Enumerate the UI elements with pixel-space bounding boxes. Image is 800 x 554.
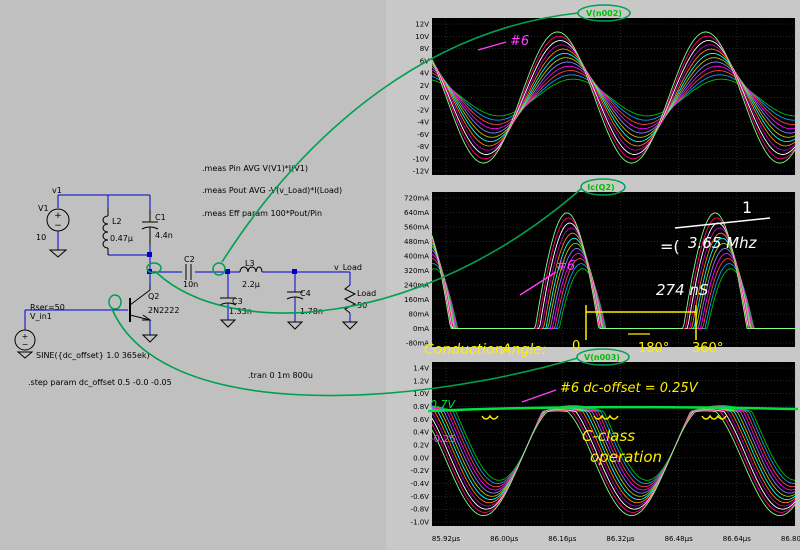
- x-tick-label: 85.92µs: [432, 535, 460, 543]
- pane3-trace-label[interactable]: V(n003): [584, 353, 620, 362]
- y-tick-label: 8V: [420, 45, 429, 53]
- schematic-panel[interactable]: + − v1 V1 10 L2 0.47µ C1 4.4n C2 10n L3 …: [0, 0, 386, 550]
- y-tick-label: 0.0V: [413, 454, 429, 462]
- x-tick-label: 86.32µs: [606, 535, 634, 543]
- directive-meas-pout[interactable]: .meas Pout AVG -V(v_Load)*I(Load): [202, 186, 342, 195]
- y-tick-label: 0.2V: [413, 442, 429, 450]
- y-tick-label: -80mA: [406, 340, 429, 348]
- directive-tran[interactable]: .tran 0 1m 800u: [248, 371, 313, 380]
- svg-text:+: +: [54, 211, 62, 221]
- vload-net-label: v_Load: [334, 263, 362, 272]
- svg-text:−: −: [22, 340, 29, 349]
- y-tick-label: 480mA: [404, 238, 429, 246]
- y-tick-label: 0mA: [413, 325, 429, 333]
- c2-name: C2: [184, 255, 195, 264]
- x-tick-label: 86.64µs: [723, 535, 751, 543]
- y-tick-label: 2V: [420, 82, 429, 90]
- node-marker-n002: [212, 262, 226, 276]
- v1-source[interactable]: + −: [46, 208, 70, 258]
- c2-value: 10n: [183, 280, 198, 289]
- pane1-plot[interactable]: [432, 18, 795, 175]
- pane2-trace-label[interactable]: Ic(Q2): [587, 183, 614, 192]
- waveform-panel[interactable]: 12V 10V 8V 6V 4V 2V 0V -2V -4V -6V -8V -10V -12V V(n…: [386, 0, 800, 550]
- v1-name: V1: [38, 204, 49, 213]
- l3-name: L3: [245, 259, 255, 268]
- c4-name: C4: [300, 289, 311, 298]
- c4-value: 1.78n: [300, 307, 323, 316]
- waveform-canvas[interactable]: 12V 10V 8V 6V 4V 2V 0V -2V -4V -6V -8V -10V -12V V(n…: [386, 0, 800, 550]
- y-tick-label: 160mA: [404, 296, 429, 304]
- y-tick-label: 1.0V: [413, 390, 429, 398]
- q2-name: Q2: [148, 292, 159, 301]
- c1-name: C1: [155, 213, 166, 222]
- x-tick-label: 86.80µs: [781, 535, 800, 543]
- v1-net-label: v1: [52, 186, 62, 195]
- y-tick-label: 560mA: [404, 224, 429, 232]
- c3-value: 1.33n: [229, 307, 252, 316]
- y-tick-label: 0.4V: [413, 429, 429, 437]
- y-tick-label: 1.2V: [413, 377, 429, 385]
- schematic-canvas[interactable]: + − v1 V1 10 L2 0.47µ C1 4.4n C2 10n L3 …: [0, 0, 386, 550]
- x-tick-label: 86.48µs: [665, 535, 693, 543]
- load-value: 50: [357, 301, 367, 310]
- pane1-trace-label[interactable]: V(n002): [586, 9, 622, 18]
- directive-meas-eff[interactable]: .meas Eff param 100*Pout/Pin: [202, 209, 322, 218]
- directive-step[interactable]: .step param dc_offset 0.5 -0.0 -0.05: [28, 378, 172, 387]
- y-tick-label: -4V: [417, 119, 429, 127]
- load-resistor[interactable]: [341, 284, 359, 330]
- y-tick-label: 0.6V: [413, 416, 429, 424]
- x-tick-label: 86.16µs: [548, 535, 576, 543]
- y-tick-label: -0.8V: [411, 506, 430, 514]
- y-tick-label: -6V: [417, 131, 429, 139]
- c1-value: 4.4n: [155, 231, 173, 240]
- y-tick-label: 1.4V: [413, 365, 429, 373]
- y-tick-label: -2V: [417, 106, 429, 114]
- pane2-plot[interactable]: [432, 192, 795, 347]
- y-tick-label: -12V: [413, 168, 429, 176]
- y-tick-label: 0V: [420, 94, 429, 102]
- y-tick-label: 0.8V: [413, 403, 429, 411]
- l2-inductor[interactable]: [102, 208, 109, 255]
- y-tick-label: 720mA: [404, 195, 429, 203]
- l2-name: L2: [112, 217, 122, 226]
- y-tick-label: 4V: [420, 70, 429, 78]
- y-tick-label: 6V: [420, 57, 429, 65]
- y-tick-label: -0.6V: [411, 493, 430, 501]
- y-tick-label: -0.4V: [411, 480, 430, 488]
- y-tick-label: 240mA: [404, 282, 429, 290]
- y-tick-label: -10V: [413, 155, 429, 163]
- c2-capacitor[interactable]: [185, 264, 192, 280]
- vin1-sine: SINE({dc_offset} 1.0 365ek): [36, 351, 150, 360]
- y-tick-label: -1.0V: [411, 519, 430, 527]
- c3-name: C3: [232, 297, 243, 306]
- y-tick-label: 320mA: [404, 267, 429, 275]
- v1-value: 10: [36, 233, 46, 242]
- y-tick-label: 80mA: [408, 311, 429, 319]
- l2-value: 0.47µ: [110, 234, 133, 243]
- y-tick-label: -0.2V: [411, 467, 430, 475]
- pane3-yticks: 1.4V 1.2V 1.0V 0.8V 0.6V 0.4V 0.2V 0.0V -0.2V -0.…: [411, 365, 430, 527]
- pane2-yticks: 720mA 640mA 560mA 480mA 400mA 320mA 240mA 160mA…: [404, 195, 429, 348]
- load-name: Load: [357, 289, 376, 298]
- node-marker-base: [108, 294, 122, 310]
- y-tick-label: 12V: [415, 21, 429, 29]
- y-tick-label: -8V: [417, 143, 429, 151]
- y-tick-label: 10V: [415, 33, 429, 41]
- svg-text:−: −: [54, 221, 62, 231]
- q2-model: 2N2222: [148, 306, 179, 315]
- x-axis-ticks: 85.92µs 86.00µs 86.16µs 86.32µs 86.48µs 86.64…: [432, 535, 800, 543]
- vin1-source[interactable]: + −: [14, 329, 36, 359]
- directive-meas-pin[interactable]: .meas Pin AVG V(V1)*I(V1): [202, 164, 308, 173]
- y-tick-label: 400mA: [404, 253, 429, 261]
- y-tick-label: 640mA: [404, 209, 429, 217]
- vin1-name: V_in1: [30, 312, 52, 321]
- vin1-rser: Rser=50: [30, 303, 65, 312]
- l3-value: 2.2µ: [242, 280, 260, 289]
- x-tick-label: 86.00µs: [490, 535, 518, 543]
